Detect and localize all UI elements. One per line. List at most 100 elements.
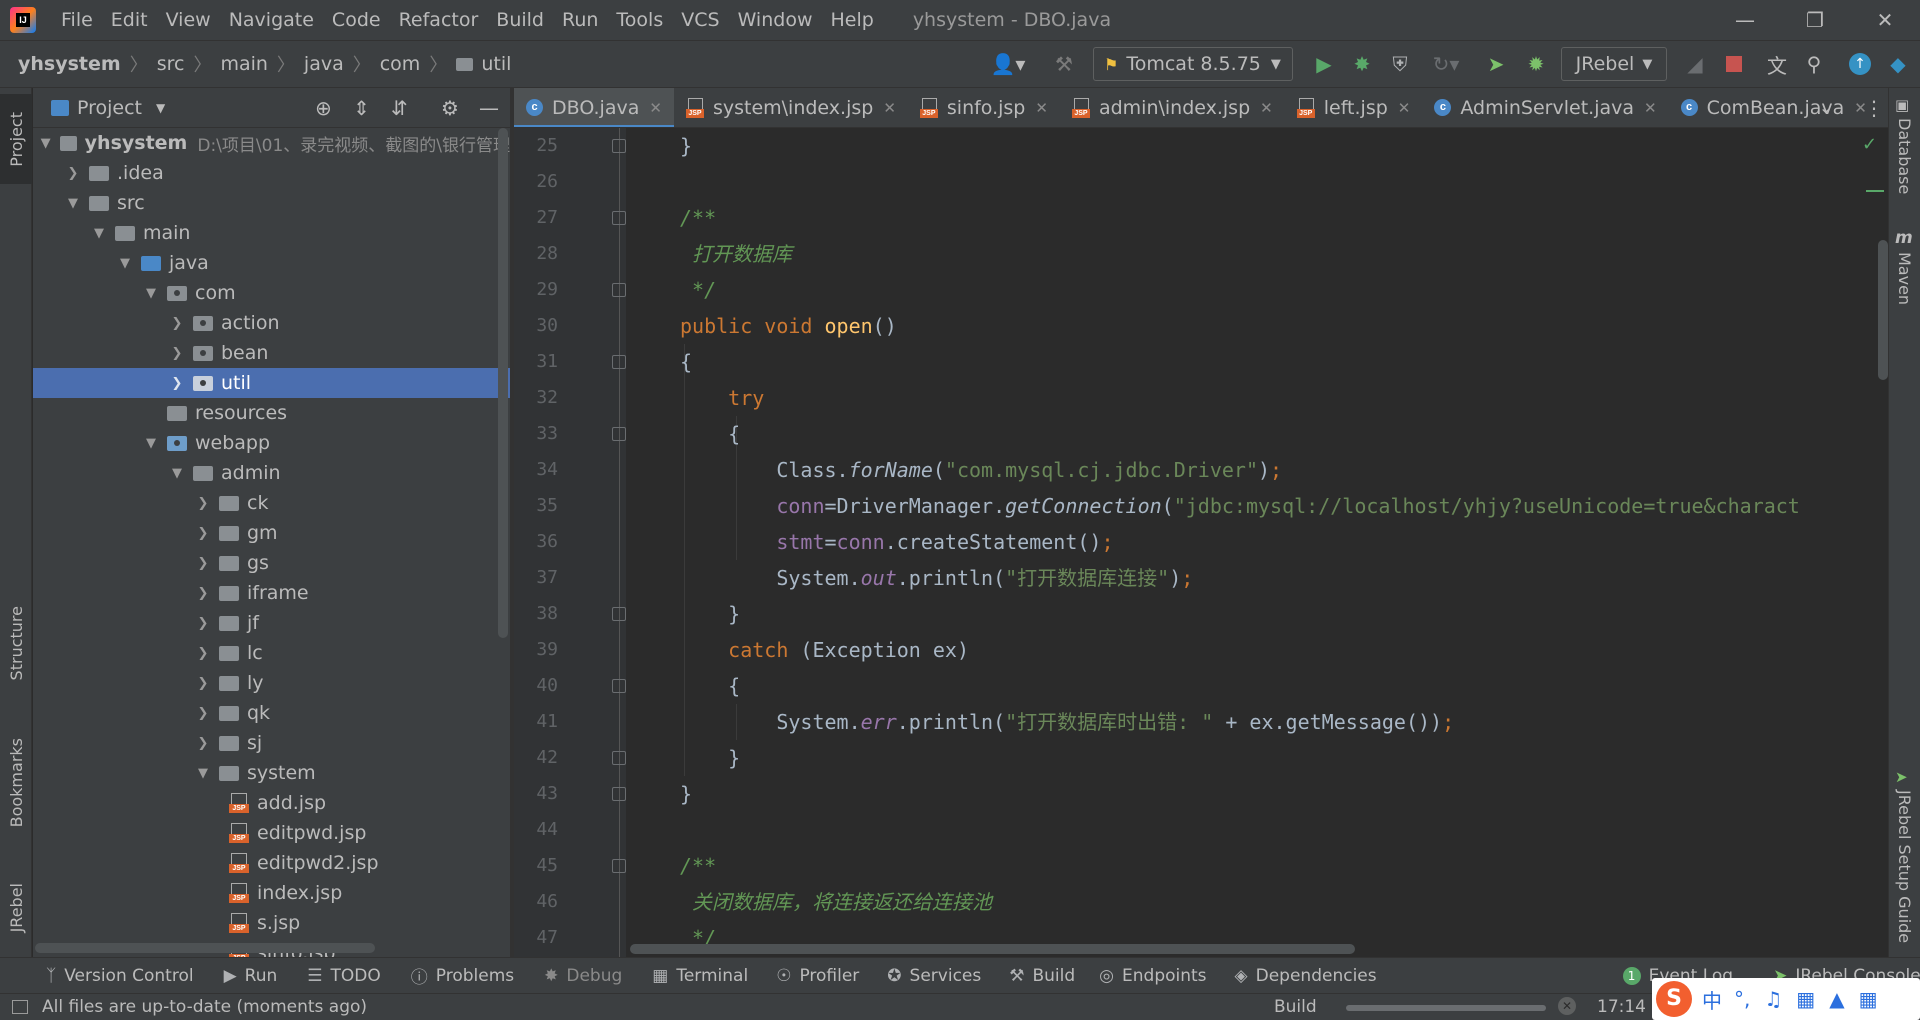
stop-icon[interactable]: [1720, 47, 1748, 81]
run-tool[interactable]: ▶ Run: [224, 966, 278, 986]
chevron-down-icon[interactable]: ▼: [169, 466, 185, 481]
collapse-all-icon[interactable]: ⇵: [391, 96, 408, 120]
profile-icon[interactable]: ↻▾: [1424, 47, 1468, 81]
tree-item-selected[interactable]: ❯ util: [33, 368, 510, 398]
punctuation-icon[interactable]: °,: [1734, 987, 1750, 1011]
tree-vertical-scrollbar[interactable]: [498, 128, 508, 638]
services-tool[interactable]: ✪ Services: [887, 966, 981, 986]
tree-item[interactable]: ❯ sj: [33, 728, 510, 758]
jrebel-disabled-icon[interactable]: ◢: [1681, 47, 1709, 81]
breadcrumb-main[interactable]: main: [220, 53, 267, 75]
chevron-down-icon[interactable]: ▼: [195, 766, 211, 781]
locate-icon[interactable]: ⊕: [315, 96, 332, 120]
panel-toggle-icon[interactable]: [12, 1000, 28, 1014]
menu-edit[interactable]: Edit: [102, 9, 157, 31]
tree-item[interactable]: JSP s.jsp: [33, 908, 510, 938]
chevron-right-icon[interactable]: ❯: [195, 556, 211, 571]
tree-item[interactable]: resources: [33, 398, 510, 428]
chevron-down-icon[interactable]: ▼: [39, 136, 52, 151]
breadcrumb-project[interactable]: yhsystem: [18, 53, 121, 75]
menu-vcs[interactable]: VCS: [672, 9, 728, 31]
chevron-down-icon[interactable]: ▼: [156, 101, 165, 115]
problems-tool[interactable]: ⓘ Problems: [411, 963, 514, 989]
menu-grid-icon[interactable]: ▦: [1859, 987, 1878, 1011]
chevron-right-icon[interactable]: ❯: [195, 496, 211, 511]
bookmarks-tool-tab[interactable]: Bookmarks: [0, 728, 32, 838]
chevron-down-icon[interactable]: ▼: [143, 286, 159, 301]
chevron-right-icon[interactable]: ❯: [65, 166, 81, 181]
close-window-icon[interactable]: ✕: [1850, 0, 1920, 40]
chevron-down-icon[interactable]: ▼: [65, 196, 81, 211]
minimize-icon[interactable]: —: [1710, 0, 1780, 40]
more-options-icon[interactable]: ⋮: [1864, 96, 1884, 120]
database-tool-tab[interactable]: ▣ Database: [1895, 96, 1914, 199]
chevron-right-icon[interactable]: ❯: [169, 346, 185, 361]
chevron-right-icon[interactable]: ❯: [195, 586, 211, 601]
user-account-icon[interactable]: 👤▾: [986, 47, 1030, 81]
tab-combean-java[interactable]: c ComBean.java ✕: [1669, 88, 1879, 127]
fold-marker-icon[interactable]: [612, 211, 626, 225]
coverage-icon[interactable]: ⛨: [1386, 47, 1414, 81]
close-icon[interactable]: ✕: [649, 99, 662, 117]
tree-item[interactable]: JSP editpwd2.jsp: [33, 848, 510, 878]
tree-item[interactable]: ❯ ck: [33, 488, 510, 518]
close-icon[interactable]: ✕: [883, 99, 896, 117]
tab-dbo-java[interactable]: c DBO.java ✕: [514, 88, 674, 127]
chevron-down-icon[interactable]: ▼: [143, 436, 159, 451]
menu-tools[interactable]: Tools: [607, 9, 672, 31]
editor-horizontal-scrollbar[interactable]: [630, 944, 1355, 954]
chevron-right-icon[interactable]: ❯: [169, 376, 185, 391]
tree-item[interactable]: JSP editpwd.jsp: [33, 818, 510, 848]
fold-marker-icon[interactable]: [612, 787, 626, 801]
keyboard-icon[interactable]: ▦: [1796, 987, 1815, 1011]
jrebel-tool-tab[interactable]: JRebel: [0, 868, 32, 948]
tree-item[interactable]: ▼ com: [33, 278, 510, 308]
expand-all-icon[interactable]: ⇕: [353, 96, 370, 120]
skin-icon[interactable]: ▲: [1829, 987, 1844, 1011]
fold-marker-icon[interactable]: [612, 859, 626, 873]
menu-navigate[interactable]: Navigate: [220, 9, 323, 31]
tree-item[interactable]: ❯ gm: [33, 518, 510, 548]
tab-left-jsp[interactable]: JSP left.jsp ✕: [1285, 88, 1423, 127]
tab-list-chevron-icon[interactable]: ⌄: [1819, 98, 1832, 117]
fold-marker-icon[interactable]: [612, 751, 626, 765]
jrebel-run-icon[interactable]: ➤: [1482, 47, 1510, 81]
menu-build[interactable]: Build: [487, 9, 553, 31]
breadcrumb-util[interactable]: util: [481, 53, 511, 75]
tree-item[interactable]: JSP index.jsp: [33, 878, 510, 908]
menu-help[interactable]: Help: [821, 9, 882, 31]
update-icon[interactable]: ↑: [1846, 47, 1874, 81]
chevron-right-icon[interactable]: ❯: [195, 526, 211, 541]
sogou-logo-icon[interactable]: S: [1656, 981, 1692, 1017]
tab-sinfo-jsp[interactable]: JSP sinfo.jsp ✕: [908, 88, 1060, 127]
chevron-right-icon[interactable]: ❯: [195, 736, 211, 751]
todo-tool[interactable]: ☰ TODO: [307, 966, 381, 986]
fold-marker-icon[interactable]: [612, 607, 626, 621]
fold-marker-icon[interactable]: [612, 139, 626, 153]
menu-refactor[interactable]: Refactor: [390, 9, 488, 31]
chevron-right-icon[interactable]: ❯: [195, 706, 211, 721]
chevron-down-icon[interactable]: ▼: [117, 256, 133, 271]
profiler-tool[interactable]: ☉ Profiler: [776, 966, 859, 986]
fold-marker-icon[interactable]: [612, 427, 626, 441]
restore-icon[interactable]: ❐: [1780, 0, 1850, 40]
code-editor[interactable]: } /** 打开数据库 */ public void open() { try …: [626, 128, 1888, 957]
maven-tool-tab[interactable]: m Maven: [1895, 228, 1914, 310]
structure-tool-tab[interactable]: Structure: [0, 593, 32, 693]
hide-panel-icon[interactable]: —: [479, 96, 499, 120]
tree-item[interactable]: ▼ java: [33, 248, 510, 278]
tree-item[interactable]: ❯ ly: [33, 668, 510, 698]
close-icon[interactable]: ✕: [1644, 99, 1657, 117]
terminal-tool[interactable]: ▦ Terminal: [652, 966, 748, 986]
search-icon[interactable]: ⚲: [1800, 47, 1828, 81]
jrebel-setup-tool-tab[interactable]: ➤ JRebel Setup Guide: [1895, 768, 1914, 948]
close-icon[interactable]: ✕: [1260, 99, 1273, 117]
tab-admin-index-jsp[interactable]: JSP admin\index.jsp ✕: [1060, 88, 1285, 127]
tree-item[interactable]: JSP add.jsp: [33, 788, 510, 818]
debug-tool[interactable]: ✸ Debug: [544, 966, 622, 986]
tree-item[interactable]: ▼ system: [33, 758, 510, 788]
version-control-tool[interactable]: ᛉ Version Control: [46, 966, 194, 986]
tree-item[interactable]: ❯ iframe: [33, 578, 510, 608]
tree-horizontal-scrollbar[interactable]: [35, 943, 375, 953]
tree-item[interactable]: ▼ webapp: [33, 428, 510, 458]
